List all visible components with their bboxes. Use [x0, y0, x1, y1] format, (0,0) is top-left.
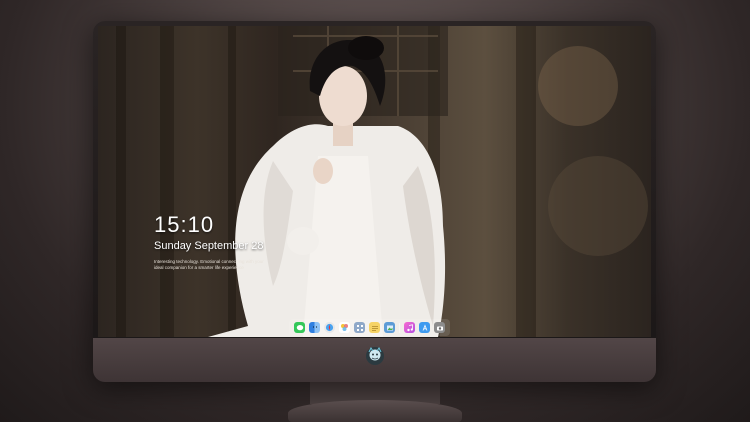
dock	[289, 319, 450, 336]
preview-icon[interactable]	[384, 322, 395, 333]
lock-screen-date: Sunday September 28	[154, 240, 264, 252]
launchpad-icon[interactable]	[354, 322, 365, 333]
monitor-stand-base	[288, 400, 462, 422]
dock-separator	[399, 322, 400, 333]
finder-icon[interactable]	[309, 322, 320, 333]
app-store-icon[interactable]	[419, 322, 430, 333]
messages-icon[interactable]	[294, 322, 305, 333]
safari-icon[interactable]	[324, 322, 335, 333]
photos-icon[interactable]	[339, 322, 350, 333]
wallpaper-figure	[208, 26, 648, 337]
notes-icon[interactable]	[369, 322, 380, 333]
lock-screen-clock: 15:10	[154, 212, 215, 237]
camera-icon[interactable]	[434, 322, 445, 333]
lock-screen-tagline: Interesting technology. Emotional connec…	[154, 259, 264, 270]
desktop-screen[interactable]: 15:10 Sunday September 28 Interesting te…	[98, 26, 651, 337]
monitor: 15:10 Sunday September 28 Interesting te…	[93, 21, 656, 382]
brand-logo-icon	[365, 347, 384, 365]
monitor-chin	[93, 338, 656, 382]
music-icon[interactable]	[404, 322, 415, 333]
